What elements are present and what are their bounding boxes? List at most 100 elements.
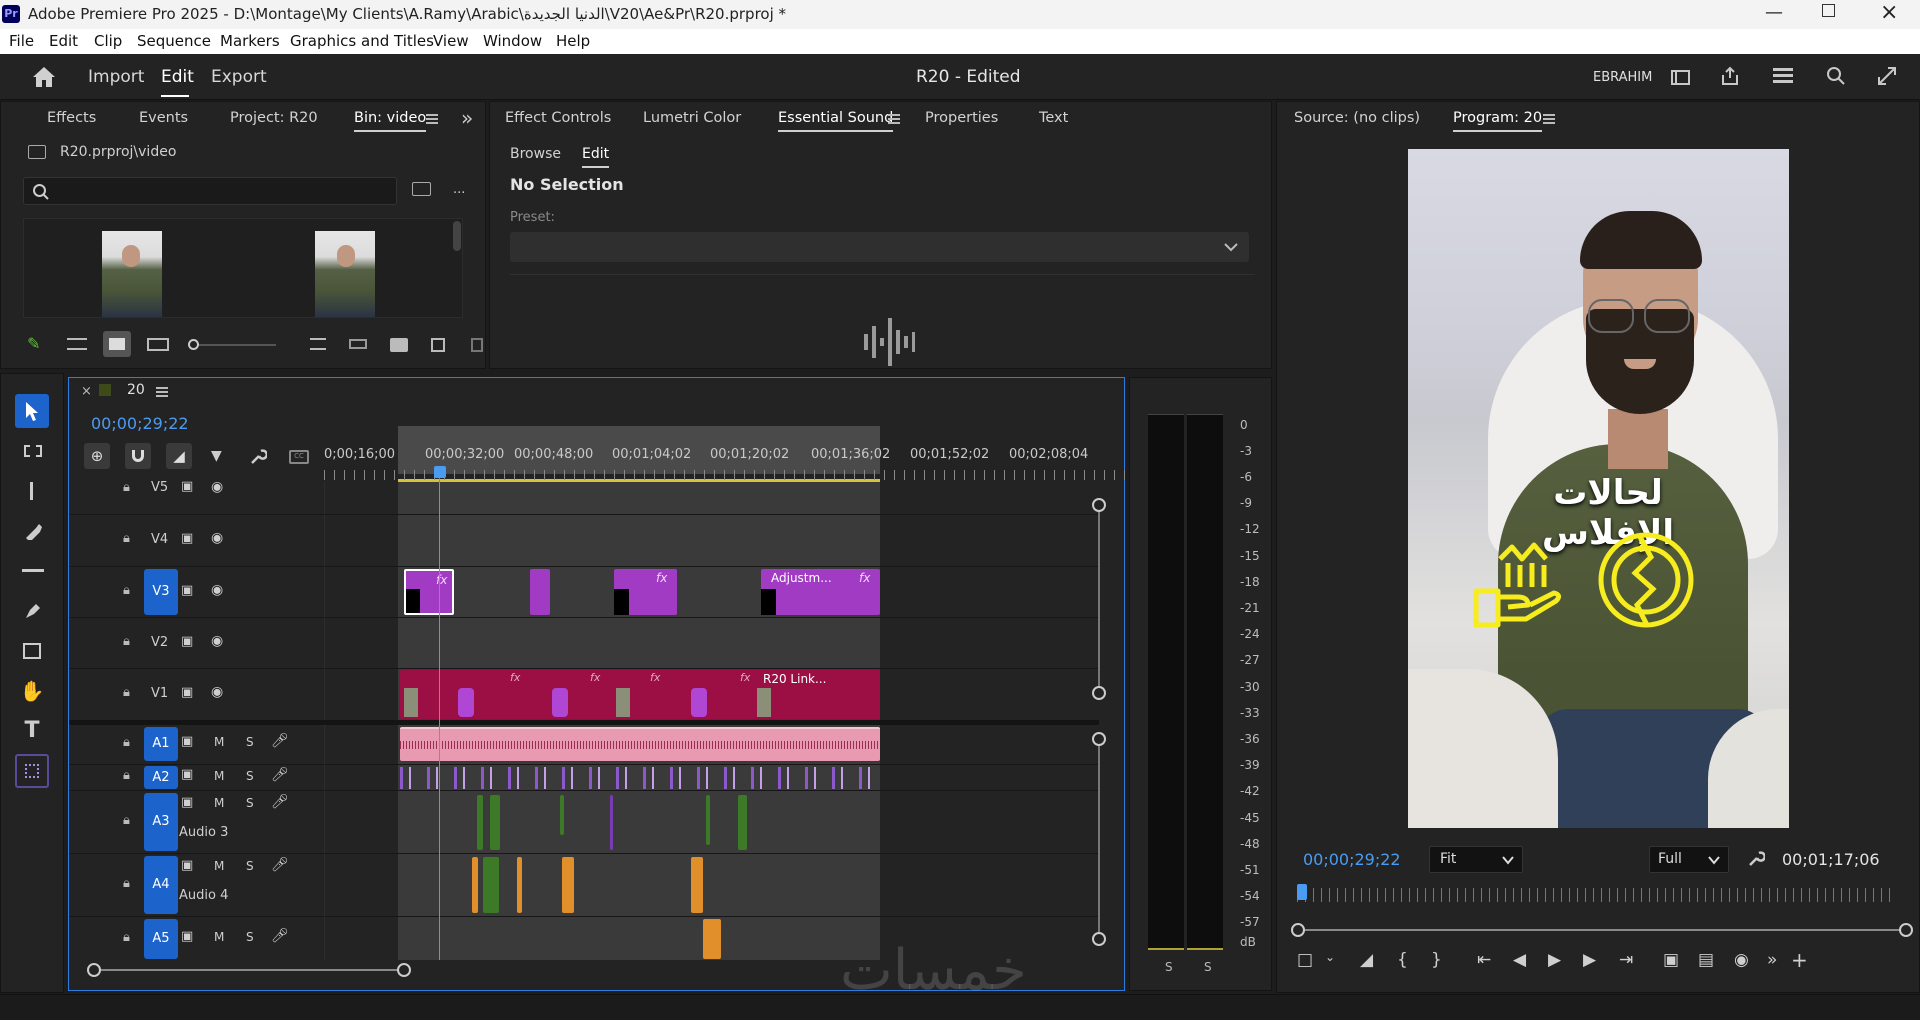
- track-select-tool[interactable]: [15, 434, 49, 468]
- go-to-in-icon[interactable]: ⇤: [1477, 950, 1491, 970]
- menu-sequence[interactable]: Sequence: [137, 32, 211, 50]
- menu-window[interactable]: Window: [483, 32, 542, 50]
- menu-edit[interactable]: Edit: [49, 32, 78, 50]
- tab-program-monitor[interactable]: Program: 20: [1453, 110, 1543, 132]
- sync-lock-icon[interactable]: ▣: [181, 929, 193, 944]
- sync-lock-icon[interactable]: ▣: [181, 583, 193, 598]
- mute-button[interactable]: M: [214, 930, 224, 944]
- track-target-a1[interactable]: A1: [144, 727, 178, 761]
- tab-essential-sound[interactable]: Essential Sound: [778, 110, 894, 132]
- lock-icon[interactable]: 🔒︎: [123, 685, 130, 700]
- pencil-icon[interactable]: ✎: [27, 334, 40, 353]
- lock-icon[interactable]: 🔒︎: [123, 768, 130, 783]
- eye-icon[interactable]: ◉: [211, 684, 223, 700]
- restore-icon[interactable]: [1822, 4, 1835, 17]
- audio-clip-a3[interactable]: [706, 795, 710, 845]
- sync-lock-icon[interactable]: ▣: [181, 858, 193, 873]
- fit-dropdown[interactable]: Fit: [1429, 846, 1523, 873]
- track-target-a3[interactable]: A3: [144, 793, 178, 851]
- menu-clip[interactable]: Clip: [94, 32, 122, 50]
- linked-selection-icon[interactable]: ◢: [166, 443, 192, 469]
- tab-source-monitor[interactable]: Source: (no clips): [1294, 110, 1420, 126]
- bin-menu-icon[interactable]: [426, 114, 438, 124]
- adjustment-clip[interactable]: [530, 569, 550, 615]
- solo-button[interactable]: S: [246, 859, 254, 873]
- mark-out-icon[interactable]: }: [1431, 950, 1442, 970]
- chevron-down-icon[interactable]: ⌄: [1325, 950, 1335, 964]
- play-icon[interactable]: ▶: [1548, 950, 1561, 970]
- audio-clip-a3[interactable]: [738, 795, 747, 850]
- mute-button[interactable]: M: [214, 769, 224, 783]
- generative-extend-tool[interactable]: [15, 754, 49, 788]
- step-back-icon[interactable]: ◀: [1513, 950, 1526, 970]
- program-ruler[interactable]: [1297, 888, 1897, 902]
- timeline-ruler-ticks[interactable]: [324, 470, 1166, 480]
- user-name[interactable]: EBRAHIM: [1593, 70, 1652, 85]
- lock-icon[interactable]: 🔒︎: [123, 531, 130, 546]
- minimize-icon[interactable]: —: [1765, 2, 1783, 23]
- lock-icon[interactable]: 🔒︎: [123, 634, 130, 649]
- export-frame-icon[interactable]: ◉: [1734, 950, 1749, 970]
- freeform-view-icon[interactable]: [147, 338, 169, 351]
- clip-thumbnail[interactable]: [102, 231, 162, 317]
- sequence-name[interactable]: 20: [127, 382, 145, 398]
- nav-import[interactable]: Import: [88, 67, 144, 87]
- microphone-icon[interactable]: 🎤︎: [271, 794, 289, 810]
- clip-thumbnail[interactable]: [315, 231, 375, 317]
- new-bin-icon[interactable]: [390, 338, 408, 352]
- bin-search-input[interactable]: [23, 177, 397, 205]
- search-help-icon[interactable]: [1826, 66, 1846, 86]
- home-icon[interactable]: [32, 66, 56, 88]
- insert-sequence-icon[interactable]: ⊕: [84, 443, 110, 469]
- video-scroll-bar[interactable]: [1092, 498, 1106, 700]
- timeline-timecode[interactable]: 00;00;29;22: [91, 414, 189, 433]
- menu-help[interactable]: Help: [556, 32, 590, 50]
- sort-icon[interactable]: [310, 338, 326, 350]
- extract-icon[interactable]: ▤: [1698, 950, 1714, 970]
- eye-icon[interactable]: ◉: [211, 582, 223, 598]
- sync-lock-icon[interactable]: ▣: [181, 479, 193, 494]
- lock-icon[interactable]: 🔒︎: [123, 813, 130, 828]
- audio-clip-a5[interactable]: [703, 919, 721, 959]
- step-forward-icon[interactable]: ▶: [1583, 950, 1596, 970]
- lift-icon[interactable]: ▣: [1663, 950, 1679, 970]
- track-header-v1[interactable]: 🔒︎ V1 ▣ ◉: [69, 669, 324, 720]
- track-header-a4[interactable]: 🔒︎ A4 ▣ M S 🎤︎ Audio 4: [69, 854, 324, 916]
- audio-clip-a1[interactable]: [400, 727, 880, 761]
- video-frame[interactable]: لحالات الإفلاس: [1408, 149, 1789, 828]
- menu-file[interactable]: File: [9, 32, 34, 50]
- new-item-icon[interactable]: [431, 338, 445, 352]
- track-header-a1[interactable]: 🔒︎ A1 ▣ M S 🎤︎: [69, 725, 324, 764]
- selection-tool[interactable]: [15, 394, 49, 428]
- adjustment-clip[interactable]: Adjustm... fx: [761, 569, 880, 615]
- audio-clip-a4[interactable]: [691, 857, 703, 913]
- nav-export[interactable]: Export: [211, 67, 267, 87]
- sync-lock-icon[interactable]: ▣: [181, 531, 193, 546]
- video-clip-track-v1[interactable]: R20 Link... fx fx fx fx: [400, 670, 880, 719]
- microphone-icon[interactable]: 🎤︎: [271, 767, 289, 783]
- track-target-v3[interactable]: V3: [144, 569, 178, 615]
- wrench-icon[interactable]: [249, 448, 267, 466]
- fullscreen-icon[interactable]: [1877, 66, 1897, 86]
- mute-button[interactable]: M: [214, 859, 224, 873]
- tab-bin-video[interactable]: Bin: video: [354, 110, 427, 132]
- add-marker-icon[interactable]: ▼: [211, 448, 222, 464]
- eye-icon[interactable]: ◉: [211, 633, 223, 649]
- lock-icon[interactable]: 🔒︎: [123, 930, 130, 945]
- microphone-icon[interactable]: 🎤︎: [271, 928, 289, 944]
- share-icon[interactable]: [1720, 66, 1740, 86]
- pen-tool[interactable]: [15, 594, 49, 628]
- audio-scroll-bar[interactable]: [1092, 732, 1106, 946]
- sync-lock-icon[interactable]: ▣: [181, 634, 193, 649]
- zoom-slider[interactable]: [188, 339, 276, 350]
- more-icon[interactable]: ...: [453, 182, 465, 197]
- track-header-a5[interactable]: 🔒︎ A5 ▣ M S 🎤︎: [69, 917, 324, 961]
- program-playhead[interactable]: [1297, 884, 1307, 900]
- solo-button[interactable]: S: [246, 735, 254, 749]
- menu-view[interactable]: View: [433, 32, 469, 50]
- track-target-a2[interactable]: A2: [144, 766, 178, 789]
- sync-lock-icon[interactable]: ▣: [181, 795, 193, 810]
- audio-clip-a3[interactable]: [560, 795, 564, 835]
- solo-button[interactable]: S: [246, 769, 254, 783]
- more-controls-icon[interactable]: »: [1767, 950, 1777, 970]
